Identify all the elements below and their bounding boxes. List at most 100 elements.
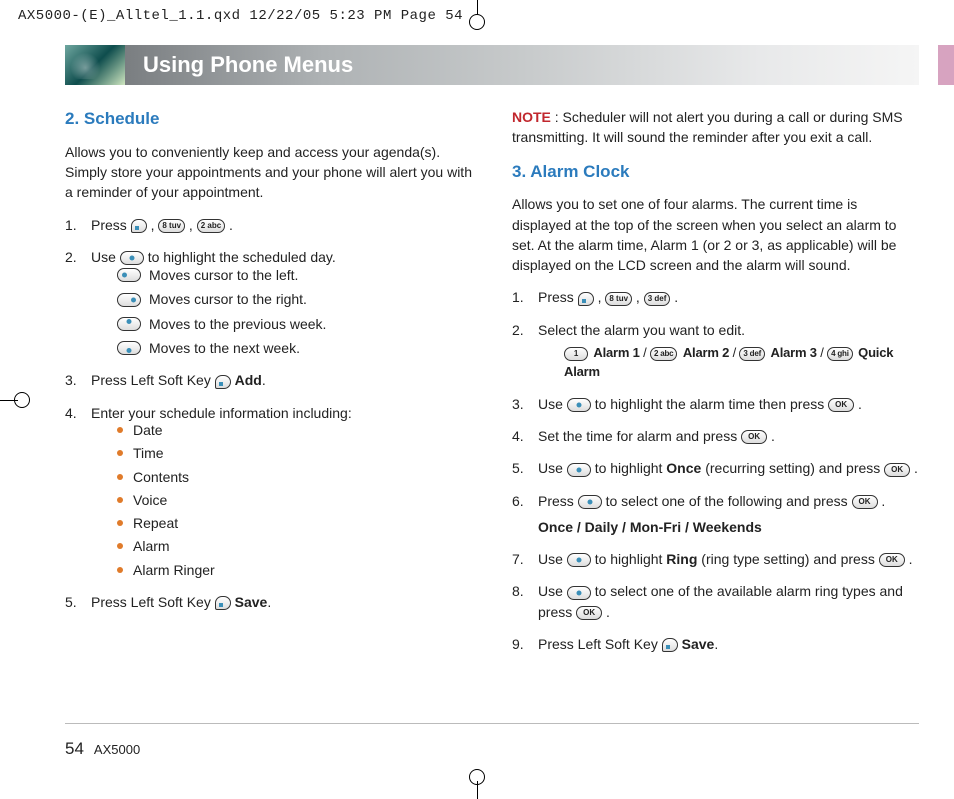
alarm-step-4: Set the time for alarm and press OK .	[512, 426, 919, 446]
text: Press Left Soft Key	[91, 594, 215, 610]
soft-key-icon	[662, 638, 678, 652]
page-content: Using Phone Menus 2. Schedule Allows you…	[65, 45, 919, 759]
list-item: Time	[117, 443, 472, 463]
alarm-step-3: Use to highlight the alarm time then pre…	[512, 394, 919, 414]
crop-mark-left	[0, 385, 30, 415]
text: Press	[91, 217, 131, 233]
nav-right-icon	[117, 293, 141, 307]
nav-up-icon	[117, 317, 141, 331]
soft-key-icon	[131, 219, 147, 233]
alarm-step-1: Press , 8 tuv , 3 def .	[512, 287, 919, 307]
schedule-heading: 2. Schedule	[65, 107, 472, 132]
soft-key-icon	[215, 375, 231, 389]
schedule-step-5: Press Left Soft Key Save.	[65, 592, 472, 612]
alarm-options-row: 1 Alarm 1 / 2 abc Alarm 2 / 3 def Alarm …	[564, 344, 919, 382]
tab-marker	[938, 45, 954, 85]
recurring-options: Once / Daily / Mon-Fri / Weekends	[538, 517, 919, 537]
key-3-icon: 3 def	[644, 292, 671, 306]
text: Save	[235, 594, 268, 610]
text: : Scheduler will not alert you during a …	[512, 109, 903, 145]
schedule-step-4: Enter your schedule information includin…	[65, 403, 472, 580]
schedule-intro: Allows you to conveniently keep and acce…	[65, 142, 472, 203]
text: Alarm 2	[683, 345, 729, 360]
key-1-icon: 1	[564, 347, 588, 361]
schedule-step-2: Use to highlight the scheduled day. Move…	[65, 247, 472, 358]
text: Alarm 3	[771, 345, 817, 360]
text: Ring	[666, 551, 697, 567]
alarm-step-5: Use to highlight Once (recurring setting…	[512, 458, 919, 478]
ok-key-icon: OK	[879, 553, 905, 567]
text: Press Left Soft Key	[91, 372, 215, 388]
ok-key-icon: OK	[576, 606, 602, 620]
schedule-fields-list: Date Time Contents Voice Repeat Alarm Al…	[91, 420, 472, 580]
ok-key-icon: OK	[741, 430, 767, 444]
nav-key-icon	[120, 251, 144, 265]
ok-key-icon: OK	[852, 495, 878, 509]
left-column: 2. Schedule Allows you to conveniently k…	[65, 107, 472, 666]
page-number: 54	[65, 739, 84, 759]
text: Set the time for alarm and press	[538, 428, 741, 444]
nav-key-icon	[567, 463, 591, 477]
key-2-icon: 2 abc	[650, 347, 677, 361]
nav-left-icon	[117, 268, 141, 282]
soft-key-icon	[578, 292, 594, 306]
text: Add	[235, 372, 262, 388]
page-footer: 54 AX5000	[65, 733, 140, 759]
text: Moves cursor to the right.	[149, 289, 307, 309]
text: (ring type setting) and press	[701, 551, 878, 567]
right-column: NOTE : Scheduler will not alert you duri…	[512, 107, 919, 666]
text: Save	[682, 636, 715, 652]
alarm-step-2: Select the alarm you want to edit. 1 Ala…	[512, 320, 919, 382]
nav-down-icon	[117, 341, 141, 355]
text: Enter your schedule information includin…	[91, 405, 352, 421]
key-4-icon: 4 ghi	[827, 347, 853, 361]
text: to highlight the alarm time then press	[595, 396, 828, 412]
nav-key-icon	[567, 586, 591, 600]
text: Use	[538, 551, 567, 567]
list-item: Alarm	[117, 536, 472, 556]
schedule-step-1: Press , 8 tuv , 2 abc .	[65, 215, 472, 235]
alarm-step-7: Use to highlight Ring (ring type setting…	[512, 549, 919, 569]
nav-key-icon	[567, 398, 591, 412]
list-item: Voice	[117, 490, 472, 510]
alarm-intro: Allows you to set one of four alarms. Th…	[512, 194, 919, 275]
soft-key-icon	[215, 596, 231, 610]
list-item: Date	[117, 420, 472, 440]
text: Once	[666, 460, 701, 476]
text: Select the alarm you want to edit.	[538, 322, 745, 338]
crop-mark-bottom	[462, 769, 492, 799]
text: to select one of the following and press	[606, 493, 852, 509]
ok-key-icon: OK	[828, 398, 854, 412]
text: to highlight	[595, 460, 667, 476]
text: Press	[538, 493, 578, 509]
text: to highlight	[595, 551, 667, 567]
key-8-icon: 8 tuv	[158, 219, 185, 233]
text: Use	[538, 583, 567, 599]
text: Moves to the next week.	[149, 338, 300, 358]
alarm-step-8: Use to select one of the available alarm…	[512, 581, 919, 622]
key-2-icon: 2 abc	[197, 219, 225, 233]
text: Use	[91, 249, 120, 265]
crop-mark-top	[462, 0, 492, 30]
ok-key-icon: OK	[884, 463, 910, 477]
footer-rule	[65, 723, 919, 724]
list-item: Repeat	[117, 513, 472, 533]
list-item: Alarm Ringer	[117, 560, 472, 580]
header-title: Using Phone Menus	[125, 45, 919, 85]
note-paragraph: NOTE : Scheduler will not alert you duri…	[512, 107, 919, 148]
list-item: Contents	[117, 467, 472, 487]
alarm-heading: 3. Alarm Clock	[512, 160, 919, 185]
key-3-icon: 3 def	[739, 347, 765, 361]
text: Moves cursor to the left.	[149, 265, 298, 285]
key-8-icon: 8 tuv	[605, 292, 632, 306]
text: Press	[538, 289, 578, 305]
alarm-step-9: Press Left Soft Key Save.	[512, 634, 919, 654]
text: Moves to the previous week.	[149, 314, 326, 334]
text: (recurring setting) and press	[705, 460, 884, 476]
text: Press Left Soft Key	[538, 636, 662, 652]
print-slug: AX5000-(E)_Alltel_1.1.qxd 12/22/05 5:23 …	[18, 8, 463, 24]
nav-key-icon	[578, 495, 602, 509]
schedule-step-3: Press Left Soft Key Add.	[65, 370, 472, 390]
nav-key-icon	[567, 553, 591, 567]
text: Alarm 1	[593, 345, 639, 360]
